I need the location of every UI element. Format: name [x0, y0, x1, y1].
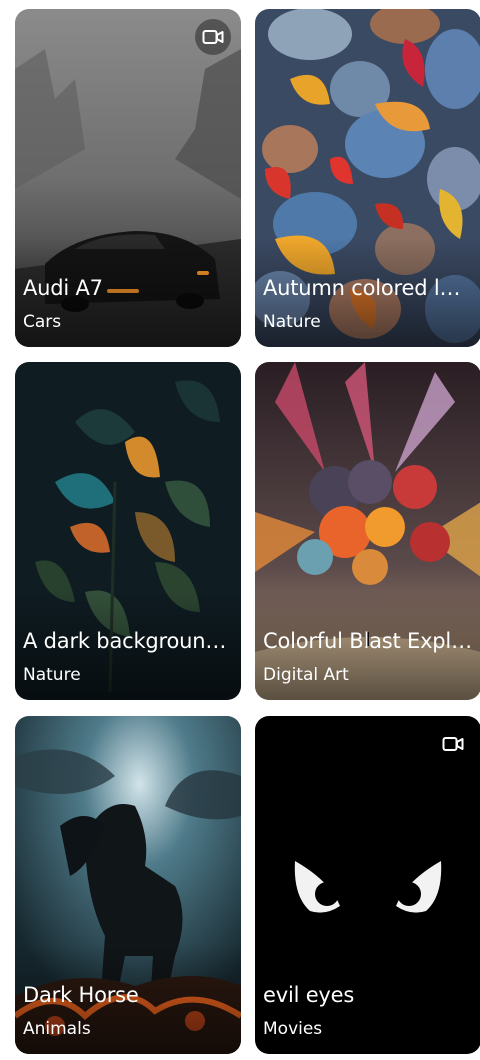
- wallpaper-title: Colorful Blast Explosion: [263, 629, 473, 653]
- wallpaper-card-audi-a7[interactable]: Audi A7 Cars: [15, 9, 241, 347]
- wallpaper-card-dark-leaves[interactable]: A dark background with leaves Nature: [15, 362, 241, 700]
- wallpaper-title: Autumn colored leaves on stones: [263, 276, 473, 300]
- wallpaper-title: Dark Horse: [23, 983, 139, 1007]
- video-camera-icon: [435, 726, 471, 762]
- wallpaper-card-evil-eyes[interactable]: evil eyes Movies: [255, 716, 480, 1054]
- wallpaper-category: Nature: [23, 665, 81, 685]
- wallpaper-category: Digital Art: [263, 665, 349, 685]
- wallpaper-grid: Audi A7 Cars Autumn colored lea Nature A…: [0, 0, 480, 1060]
- wallpaper-card-autumn-leaves[interactable]: Autumn colored leaves on stones Nature: [255, 9, 480, 347]
- wallpaper-card-dark-horse[interactable]: Dark Horse Animals: [15, 716, 241, 1054]
- wallpaper-category: Cars: [23, 312, 62, 332]
- wallpaper-card-colorful-blast[interactable]: Colorful Blast Explosion Digital Art: [255, 362, 480, 700]
- wallpaper-category: Animals: [23, 1019, 91, 1039]
- wallpaper-title: evil eyes: [263, 983, 355, 1007]
- wallpaper-category: Nature: [263, 312, 321, 332]
- wallpaper-title: Audi A7: [23, 276, 103, 300]
- wallpaper-category: Movies: [263, 1019, 323, 1039]
- wallpaper-title: A dark background with leaves: [23, 629, 233, 653]
- video-camera-icon: [195, 19, 231, 55]
